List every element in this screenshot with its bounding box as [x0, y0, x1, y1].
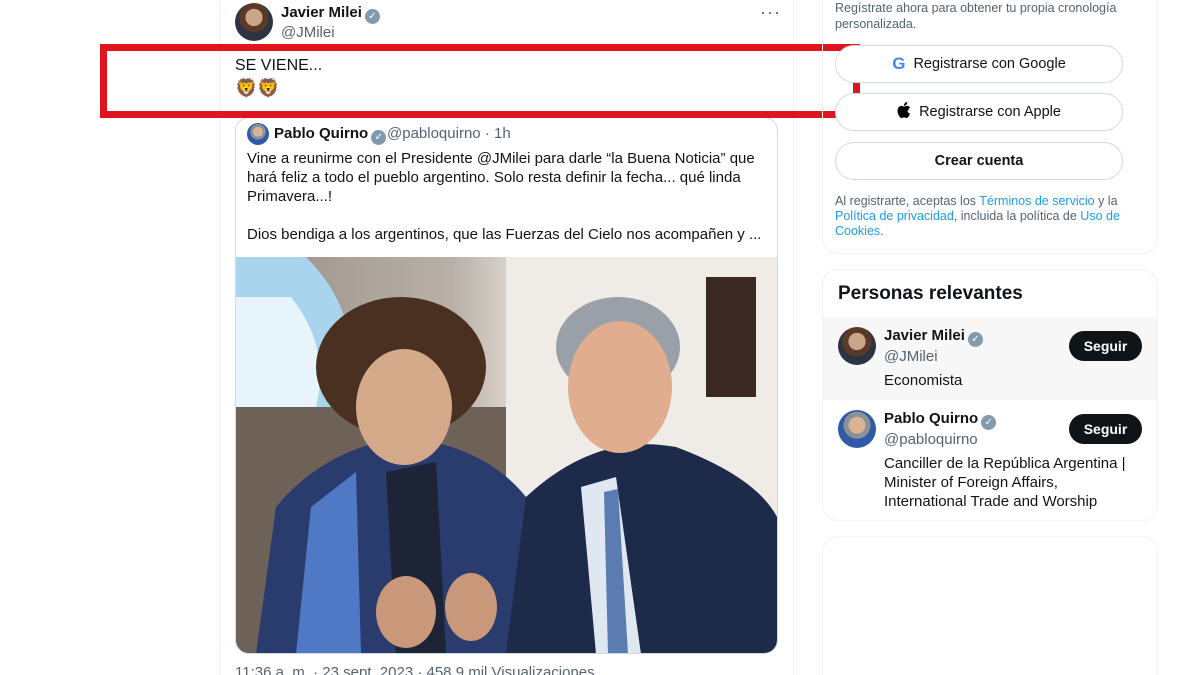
person-name-row[interactable]: Javier Milei ✓	[884, 327, 983, 347]
legal-text-part: , incluida la política de	[953, 209, 1081, 223]
terms-link[interactable]: Términos de servicio	[979, 194, 1094, 208]
signup-apple-button[interactable]: Registrarse con Apple	[835, 93, 1123, 131]
apple-button-label: Registrarse con Apple	[919, 104, 1061, 120]
signup-legal-text: Al registrarte, aceptas los Términos de …	[835, 194, 1140, 239]
person-handle[interactable]: @JMilei	[884, 348, 938, 365]
quoted-tweet[interactable]: Pablo Quirno ✓ @pabloquirno · 1h Vine a r…	[235, 117, 778, 654]
verified-badge-icon: ✓	[967, 332, 983, 347]
trends-card	[822, 536, 1158, 675]
more-options-icon[interactable]: ···	[760, 2, 781, 23]
person-bio: Canciller de la República Argentina | Mi…	[884, 455, 1126, 510]
author-name[interactable]: Javier Milei	[281, 4, 362, 21]
quoted-time[interactable]: · 1h	[485, 125, 511, 142]
tweet-timestamp[interactable]: 11:36 a. m. · 23 sept. 2023 · 458,9 mil …	[235, 664, 595, 675]
create-account-label: Crear cuenta	[934, 153, 1024, 169]
person-name[interactable]: Javier Milei	[884, 327, 965, 344]
person-row[interactable]: Pablo Quirno ✓ @pabloquirno Canciller de …	[823, 400, 1157, 520]
signup-card: Regístrate ahora para obtener tu propia …	[822, 0, 1158, 254]
person-row[interactable]: Javier Milei ✓ @JMilei Economista Seguir	[823, 317, 1157, 400]
person-bio: Economista	[884, 372, 963, 389]
quoted-tweet-body: Vine a reunirme con el Presidente @JMile…	[247, 149, 762, 263]
person-avatar[interactable]	[838, 327, 876, 365]
quoted-tweet-photo[interactable]	[236, 257, 777, 653]
google-button-label: Registrarse con Google	[913, 56, 1066, 72]
person-avatar[interactable]	[838, 410, 876, 448]
person-handle[interactable]: @pabloquirno	[884, 431, 978, 448]
person-name[interactable]: Pablo Quirno	[884, 410, 978, 427]
apple-icon	[897, 101, 911, 123]
create-account-button[interactable]: Crear cuenta	[835, 142, 1123, 180]
quoted-paragraph-1: Vine a reunirme con el Presidente @JMile…	[247, 150, 755, 205]
quoted-paragraph-2: Dios bendiga a los argentinos, que las F…	[247, 226, 762, 243]
quoted-author-handle[interactable]: @pabloquirno	[387, 125, 481, 142]
author-name-row[interactable]: Javier Milei ✓	[281, 4, 380, 24]
verified-badge-icon: ✓	[371, 130, 387, 145]
quoted-meta: @pabloquirno · 1h	[387, 125, 511, 142]
legal-text-part: y la	[1094, 194, 1118, 208]
privacy-link[interactable]: Política de privacidad	[835, 209, 954, 223]
quoted-author-name-row: Pablo Quirno ✓	[274, 125, 387, 145]
legal-text-part: Al registrarte, aceptas los	[835, 194, 980, 208]
google-icon: G	[892, 54, 906, 73]
verified-badge-icon: ✓	[981, 415, 997, 430]
signup-google-button[interactable]: G Registrarse con Google	[835, 45, 1123, 83]
tweet-text: SE VIENE...	[235, 57, 323, 74]
tweet-column: Javier Milei ✓ @JMilei ··· SE VIENE... 🦁🦁…	[219, 0, 794, 675]
tweet-emoji: 🦁🦁	[235, 78, 280, 98]
follow-button[interactable]: Seguir	[1069, 331, 1142, 361]
signup-subtitle: Regístrate ahora para obtener tu propia …	[835, 1, 1117, 31]
timestamp-text[interactable]: 11:36 a. m. · 23 sept. 2023 · 458,9 mil …	[235, 664, 595, 675]
author-avatar[interactable]	[235, 3, 273, 41]
photo-illustration	[236, 257, 777, 653]
quoted-author-name[interactable]: Pablo Quirno	[274, 125, 368, 142]
verified-badge-icon: ✓	[364, 9, 380, 24]
quoted-author-avatar[interactable]	[247, 123, 269, 145]
follow-button[interactable]: Seguir	[1069, 414, 1142, 444]
author-handle[interactable]: @JMilei	[281, 24, 335, 41]
person-name-row[interactable]: Pablo Quirno ✓	[884, 410, 997, 430]
legal-text-part: .	[880, 224, 884, 238]
relevant-people-title: Personas relevantes	[838, 283, 1023, 304]
relevant-people-card: Personas relevantes Javier Milei ✓ @JMile…	[822, 269, 1158, 521]
